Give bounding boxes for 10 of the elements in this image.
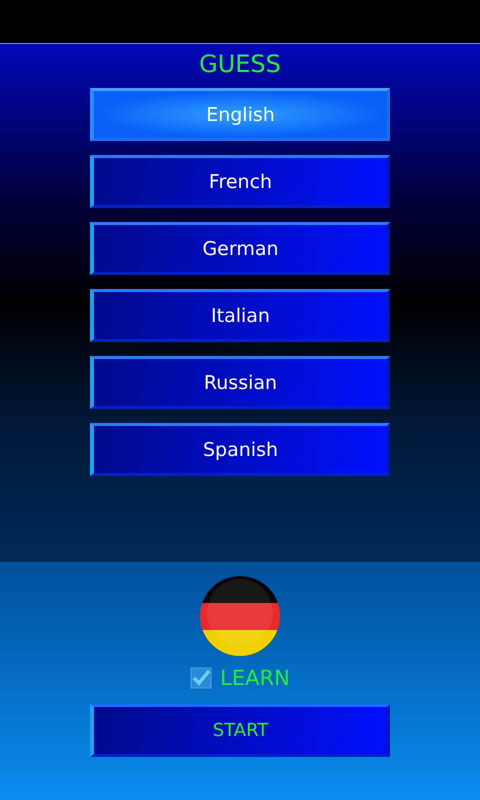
flag-icon — [200, 576, 280, 656]
language-button[interactable]: Russian — [90, 356, 390, 409]
language-button[interactable]: German — [90, 222, 390, 275]
language-button[interactable]: Italian — [90, 289, 390, 342]
start-button[interactable]: START — [90, 704, 390, 757]
learn-label: LEARN — [220, 666, 290, 690]
language-button[interactable]: Spanish — [90, 423, 390, 476]
screen-title: GUESS — [199, 50, 281, 80]
language-button[interactable]: French — [90, 155, 390, 208]
checkbox[interactable] — [190, 667, 212, 689]
